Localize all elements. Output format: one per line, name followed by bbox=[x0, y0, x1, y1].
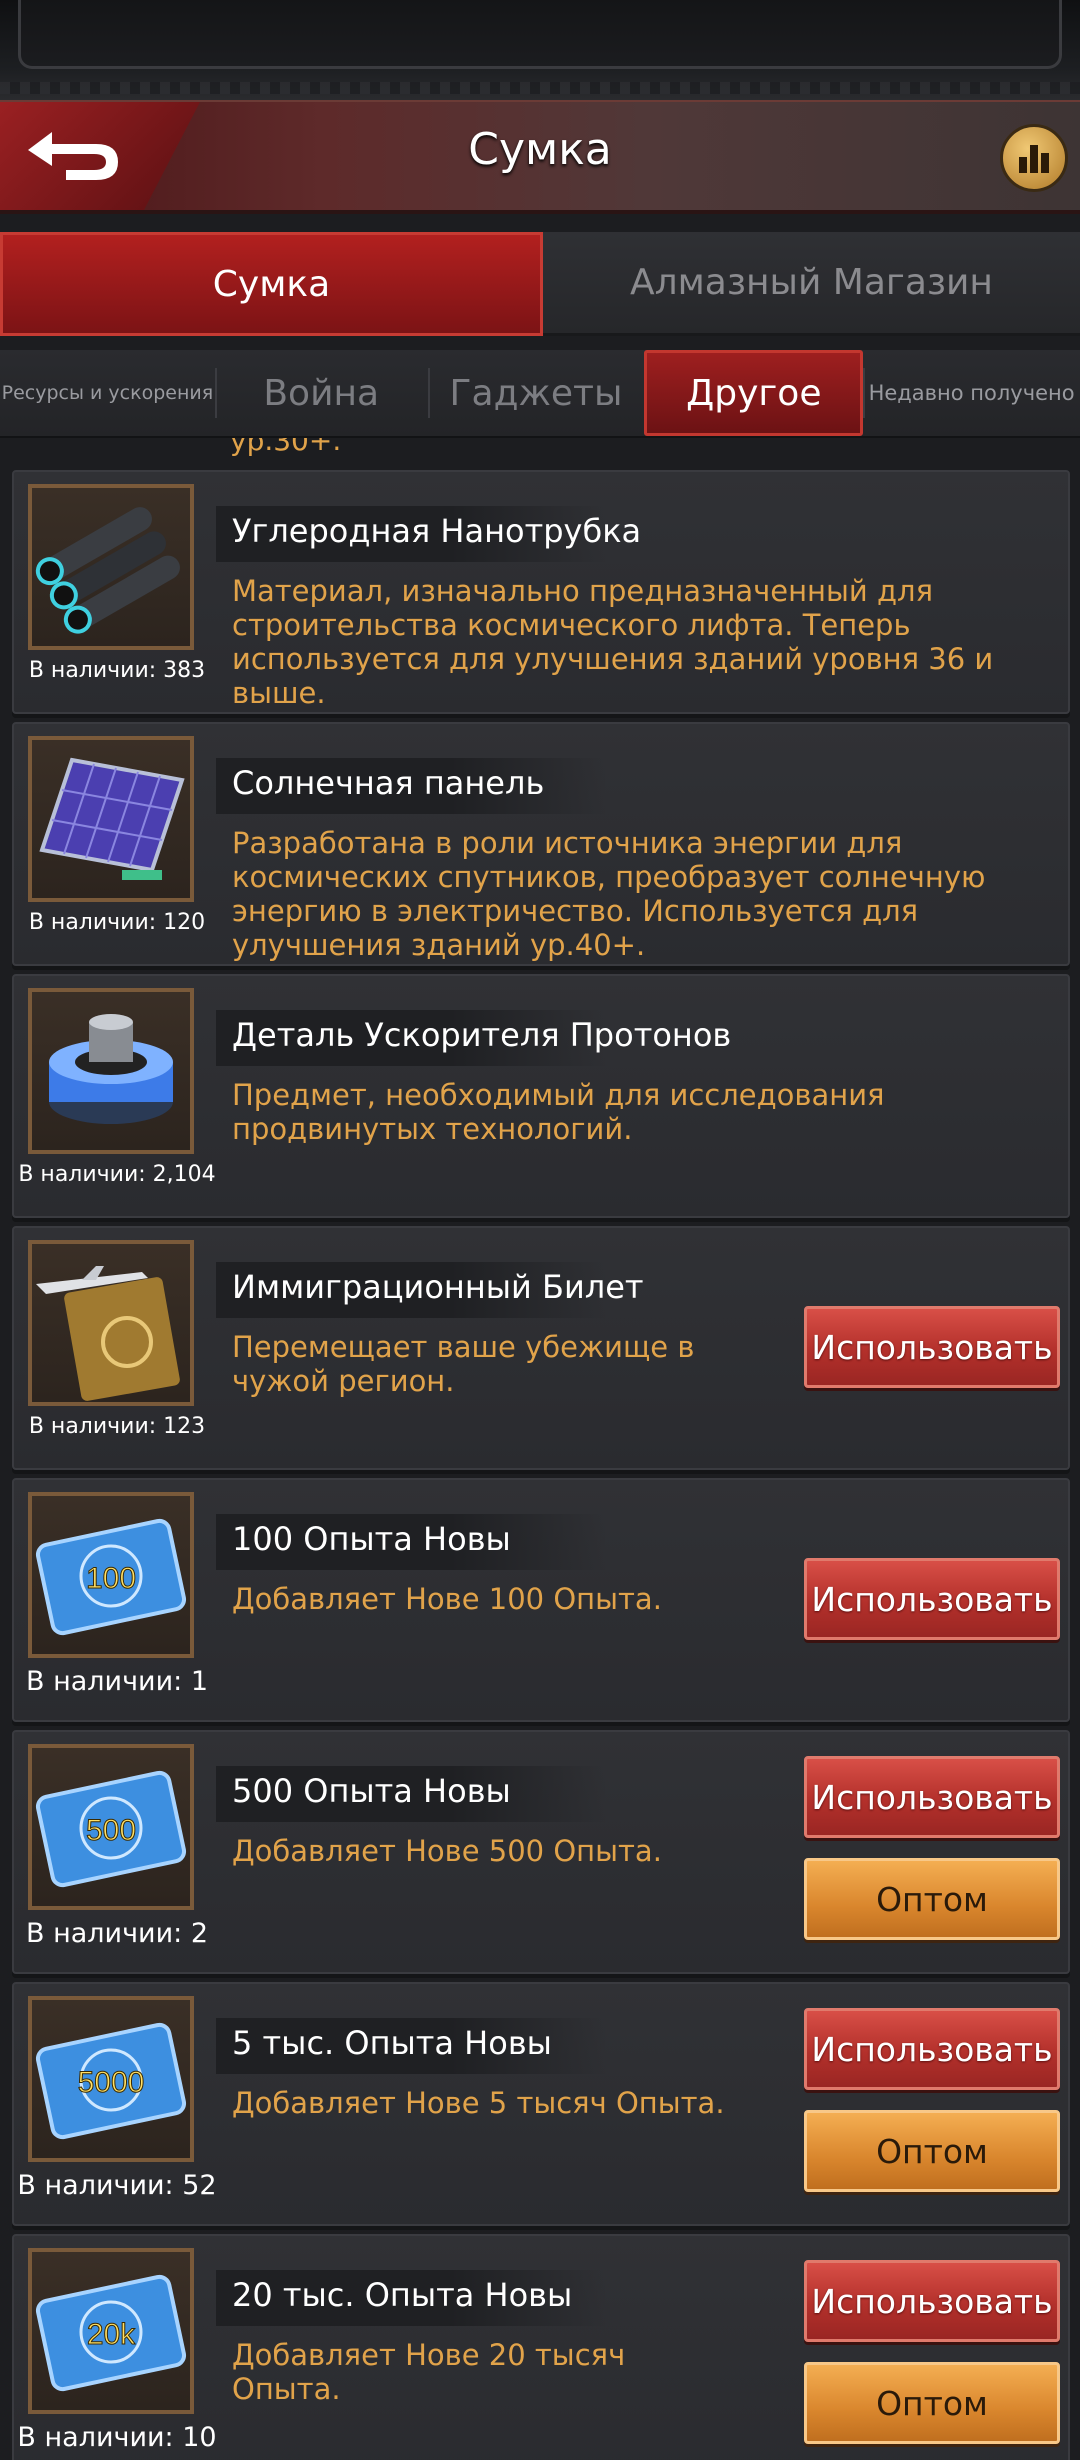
item-quantity: В наличии: 10 bbox=[17, 2422, 217, 2453]
use-button[interactable]: Использовать bbox=[804, 1306, 1060, 1388]
item-thumbnail[interactable]: 100 bbox=[28, 1492, 194, 1658]
list-item: В наличии: 2,104 Деталь Ускорителя Прото… bbox=[12, 974, 1070, 1218]
item-description: Предмет, необходимый для исследования пр… bbox=[232, 1078, 885, 1146]
item-name: 500 Опыта Новы bbox=[232, 1772, 511, 1810]
item-description: Материал, изначально предназначенный для… bbox=[232, 574, 994, 710]
card-value: 20k bbox=[87, 2318, 136, 2351]
bulk-button[interactable]: Оптом bbox=[804, 1858, 1060, 1940]
subtab-gadgets[interactable]: Гаджеты bbox=[427, 350, 645, 436]
item-thumbnail[interactable]: 20k bbox=[28, 2248, 194, 2414]
item-quantity: В наличии: 120 bbox=[28, 910, 206, 935]
nova-exp-card-icon: 100 bbox=[35, 1518, 187, 1636]
item-thumbnail[interactable] bbox=[28, 736, 194, 902]
item-quantity: В наличии: 1 bbox=[25, 1666, 208, 1697]
top-frame-panel bbox=[18, 0, 1062, 69]
item-thumbnail[interactable]: 5000 bbox=[28, 1996, 194, 2162]
item-description: Добавляет Нове 100 Опыта. bbox=[232, 1582, 662, 1616]
card-value: 5000 bbox=[78, 2066, 145, 2099]
list-item: 100 В наличии: 1 100 Опыта Новы Добавляе… bbox=[12, 1478, 1070, 1722]
list-item: В наличии: 383 Углеродная Нанотрубка Мат… bbox=[12, 470, 1070, 714]
item-name: Углеродная Нанотрубка bbox=[232, 512, 642, 550]
subtab-recent[interactable]: Недавно получено bbox=[863, 350, 1080, 436]
item-name: 5 тыс. Опыта Новы bbox=[232, 2024, 552, 2062]
nova-exp-card-icon: 20k bbox=[35, 2274, 187, 2392]
carbon-nanotube-icon bbox=[35, 507, 180, 634]
subtab-war[interactable]: Война bbox=[214, 350, 428, 436]
top-frame-trim bbox=[0, 82, 1080, 94]
card-value: 500 bbox=[86, 1814, 136, 1847]
main-tabs: Сумка Алмазный Магазин bbox=[0, 232, 1080, 336]
item-thumbnail[interactable] bbox=[28, 1240, 194, 1406]
item-thumbnail[interactable]: 500 bbox=[28, 1744, 194, 1910]
list-item: 500 В наличии: 2 500 Опыта Новы Добавляе… bbox=[12, 1730, 1070, 1974]
immigration-ticket-icon bbox=[36, 1266, 180, 1401]
item-name: Солнечная панель bbox=[232, 764, 545, 802]
header-bar: Сумка bbox=[0, 100, 1080, 214]
top-frame bbox=[0, 0, 1080, 100]
item-description: Перемещает ваше убежище в чужой регион. bbox=[232, 1330, 695, 1398]
list-item: В наличии: 120 Солнечная панель Разработ… bbox=[12, 722, 1070, 966]
item-description: Добавляет Нове 500 Опыта. bbox=[232, 1834, 662, 1868]
solar-panel-icon bbox=[39, 757, 185, 880]
nova-exp-card-icon: 5000 bbox=[35, 2022, 187, 2140]
item-description: Разработана в роли источника энергии для… bbox=[232, 826, 986, 962]
proton-accelerator-icon bbox=[49, 1014, 173, 1124]
list-item: 20k В наличии: 10 20 тыс. Опыта Новы Доб… bbox=[12, 2234, 1070, 2460]
subtab-other[interactable]: Другое bbox=[644, 350, 864, 436]
nova-exp-card-icon: 500 bbox=[35, 1770, 187, 1888]
item-quantity: В наличии: 52 bbox=[17, 2170, 217, 2201]
tab-bag[interactable]: Сумка bbox=[0, 232, 543, 336]
page-title: Сумка bbox=[468, 124, 612, 175]
tab-diamond-shop[interactable]: Алмазный Магазин bbox=[543, 232, 1080, 336]
bulk-button[interactable]: Оптом bbox=[804, 2110, 1060, 2192]
list-item: 5000 В наличии: 52 5 тыс. Опыта Новы Доб… bbox=[12, 1982, 1070, 2226]
subtab-resources[interactable]: Ресурсы и ускорения bbox=[0, 350, 215, 436]
item-list[interactable]: ур.30+. В наличии: 383 Углеродная Нанотр… bbox=[0, 438, 1080, 2460]
item-name: 100 Опыта Новы bbox=[232, 1520, 511, 1558]
use-button[interactable]: Использовать bbox=[804, 2260, 1060, 2342]
item-quantity: В наличии: 123 bbox=[28, 1414, 206, 1439]
sub-tabs: Ресурсы и ускорения Война Гаджеты Другое… bbox=[0, 350, 1080, 438]
bulk-button[interactable]: Оптом bbox=[804, 2362, 1060, 2444]
bar-chart-icon bbox=[1019, 145, 1049, 173]
item-name: Деталь Ускорителя Протонов bbox=[232, 1016, 732, 1054]
card-value: 100 bbox=[86, 1562, 136, 1595]
list-item: В наличии: 123 Иммиграционный Билет Пере… bbox=[12, 1226, 1070, 1470]
item-description: Добавляет Нове 20 тысяч Опыта. bbox=[232, 2338, 626, 2406]
item-thumbnail[interactable] bbox=[28, 988, 194, 1154]
use-button[interactable]: Использовать bbox=[804, 2008, 1060, 2090]
item-thumbnail[interactable] bbox=[28, 484, 194, 650]
use-button[interactable]: Использовать bbox=[804, 1756, 1060, 1838]
stats-button[interactable] bbox=[1000, 124, 1068, 192]
item-name: Иммиграционный Билет bbox=[232, 1268, 644, 1306]
item-description: Добавляет Нове 5 тысяч Опыта. bbox=[232, 2086, 725, 2120]
item-quantity: В наличии: 2 bbox=[25, 1918, 208, 1949]
item-name: 20 тыс. Опыта Новы bbox=[232, 2276, 573, 2314]
item-quantity: В наличии: 2,104 bbox=[18, 1162, 216, 1187]
use-button[interactable]: Использовать bbox=[804, 1558, 1060, 1640]
partial-item-text: ур.30+. bbox=[230, 438, 342, 457]
item-quantity: В наличии: 383 bbox=[28, 658, 206, 683]
